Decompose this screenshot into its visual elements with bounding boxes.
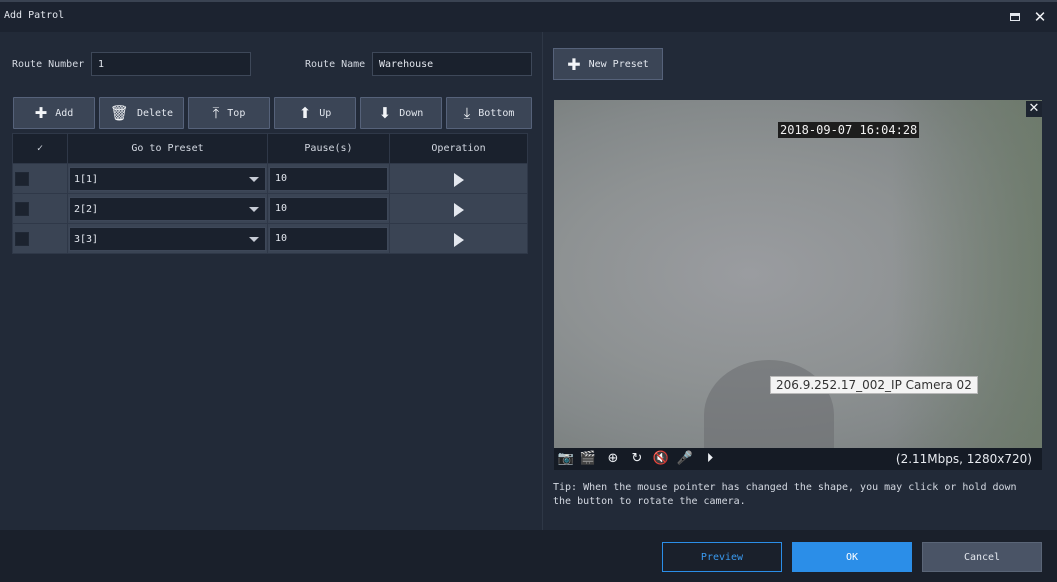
- row-checkbox[interactable]: [15, 201, 29, 216]
- plus-icon: ✚: [34, 103, 48, 122]
- route-number-input[interactable]: [91, 52, 251, 76]
- row-checkbox[interactable]: [15, 171, 29, 186]
- select-all-header[interactable]: ✓: [12, 133, 68, 164]
- route-name-label: Route Name: [305, 59, 366, 70]
- table-header: ✓ Go to Preset Pause(s) Operation: [12, 133, 528, 164]
- tip-text: Tip: When the mouse pointer has changed …: [553, 482, 1017, 507]
- table-row: 1[1]: [12, 163, 528, 194]
- preview-button[interactable]: Preview: [662, 542, 782, 572]
- video-shadow: [704, 360, 834, 448]
- table-row: 3[3]: [12, 223, 528, 254]
- play-icon[interactable]: [453, 172, 464, 187]
- pause-input[interactable]: [269, 196, 388, 221]
- table-row: 2[2]: [12, 193, 528, 224]
- go-to-preset-header: Go to Preset: [67, 133, 268, 164]
- preset-select[interactable]: 1[1]: [69, 166, 266, 191]
- mute-icon[interactable]: 🔇: [652, 451, 670, 467]
- delete-label: Delete: [136, 107, 174, 119]
- pause-header: Pause(s): [267, 133, 390, 164]
- new-preset-label: New Preset: [588, 58, 649, 70]
- ptz-icon[interactable]: ⊕: [604, 451, 622, 467]
- arrow-down-icon: ⬇: [378, 103, 392, 122]
- panel-divider: [542, 32, 543, 530]
- close-button[interactable]: ✕: [1032, 9, 1048, 25]
- play-icon[interactable]: [453, 202, 464, 217]
- row-checkbox[interactable]: [15, 231, 29, 246]
- top-button[interactable]: ⤒ Top: [188, 97, 270, 129]
- route-name-input[interactable]: [372, 52, 532, 76]
- operation-header: Operation: [389, 133, 528, 164]
- preset-select[interactable]: 2[2]: [69, 196, 266, 221]
- cancel-button[interactable]: Cancel: [922, 542, 1042, 572]
- talk-icon[interactable]: 🎤: [676, 451, 694, 467]
- preset-value: 1[1]: [74, 173, 99, 185]
- preset-value: 3[3]: [74, 233, 99, 245]
- patrol-table: ✓ Go to Preset Pause(s) Operation 1[1] 2…: [12, 133, 528, 254]
- clip-icon[interactable]: 🎬: [579, 451, 597, 467]
- maximize-icon: [1010, 13, 1020, 21]
- osd-timestamp: 2018-09-07 16:04:28: [778, 122, 920, 138]
- bitrate-readout: (2.11Mbps, 1280x720): [895, 452, 1032, 466]
- move-top-icon: ⤒: [212, 103, 220, 122]
- play-icon[interactable]: [453, 232, 464, 247]
- bottom-button[interactable]: ⤓ Bottom: [446, 97, 532, 129]
- snapshot-icon[interactable]: 📷: [557, 451, 575, 467]
- down-button[interactable]: ⬇ Down: [360, 97, 442, 129]
- preset-select[interactable]: 3[3]: [69, 226, 266, 251]
- dialog-title: Add Patrol: [4, 10, 65, 21]
- maximize-button[interactable]: [1008, 9, 1024, 25]
- live-video[interactable]: 2018-09-07 16:04:28 206.9.252.17_002_IP …: [554, 100, 1042, 448]
- chevron-down-icon: [249, 176, 259, 182]
- move-bottom-icon: ⤓: [463, 103, 471, 122]
- preset-value: 2[2]: [74, 203, 99, 215]
- close-video-button[interactable]: ✕: [1026, 101, 1042, 117]
- camera-tooltip: 206.9.252.17_002_IP Camera 02: [770, 376, 978, 394]
- video-toolbar: 📷 🎬 ⊕ ↻ 🔇 🎤 ⏵ (2.11Mbps, 1280x720): [554, 448, 1042, 470]
- bottom-label: Bottom: [478, 107, 515, 119]
- route-number-label: Route Number: [12, 59, 85, 70]
- top-label: Top: [227, 107, 246, 119]
- plus-icon: ✚: [567, 54, 581, 74]
- delete-button[interactable]: 🗑 Delete: [99, 97, 184, 129]
- add-label: Add: [55, 107, 74, 119]
- dialog-footer: Preview OK Cancel: [0, 530, 1057, 582]
- chevron-down-icon: [249, 206, 259, 212]
- playback-icon[interactable]: ⏵: [701, 451, 719, 467]
- chevron-down-icon: [249, 236, 259, 242]
- up-label: Up: [319, 107, 332, 119]
- pause-input[interactable]: [269, 226, 388, 251]
- video-shading: [892, 100, 1042, 448]
- up-button[interactable]: ⬆ Up: [274, 97, 356, 129]
- title-bar: Add Patrol ✕: [0, 0, 1057, 32]
- rotate-icon[interactable]: ↻: [628, 451, 646, 467]
- down-label: Down: [399, 107, 424, 119]
- trash-icon: 🗑: [109, 103, 129, 122]
- new-preset-button[interactable]: ✚ New Preset: [553, 48, 663, 80]
- pause-input[interactable]: [269, 166, 388, 191]
- add-button[interactable]: ✚ Add: [13, 97, 95, 129]
- ok-button[interactable]: OK: [792, 542, 912, 572]
- arrow-up-icon: ⬆: [298, 103, 312, 122]
